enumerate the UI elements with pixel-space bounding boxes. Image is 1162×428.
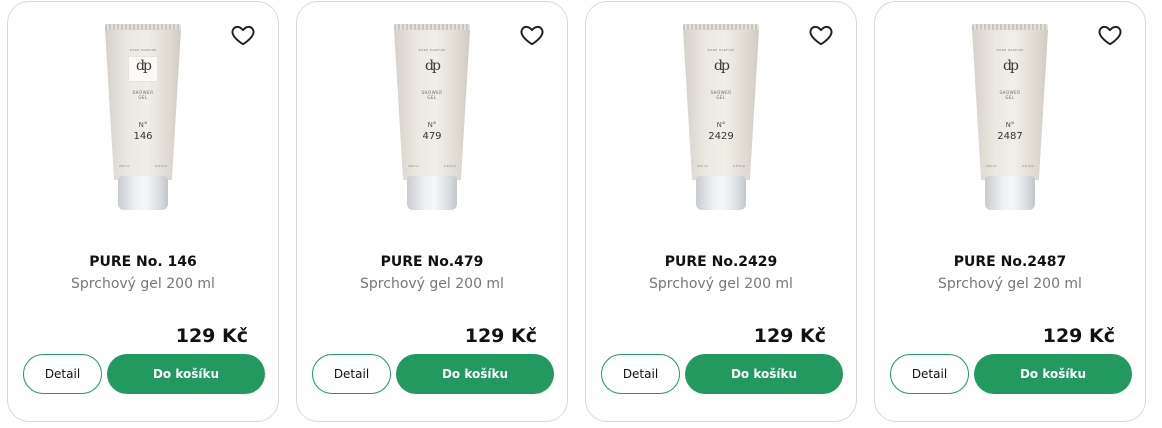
tube-volume-right: 6.8 fl.oz [444, 164, 456, 168]
product-price: 129 Kč [464, 325, 537, 347]
add-to-cart-button[interactable]: Do košíku [107, 354, 265, 394]
product-title[interactable]: PURE No. 146 [8, 254, 278, 270]
tube-volume-right: 6.8 fl.oz [155, 164, 167, 168]
product-price: 129 Kč [175, 325, 248, 347]
tube-type-line2: GEL [716, 95, 726, 100]
product-grid: PURE PARFUM dp SHOWER GEL N° 146 200 ml 6.… [0, 0, 1162, 428]
tube-volume-left: 200 ml [119, 164, 130, 168]
heart-icon[interactable] [808, 22, 834, 48]
tube-number-prefix: N° [138, 121, 148, 129]
product-image[interactable]: PURE PARFUM dp SHOWER GEL N° 146 200 ml 6.… [105, 24, 181, 210]
product-image[interactable]: PURE PARFUM dp SHOWER GEL N° 479 200 ml 6.… [394, 24, 470, 210]
product-price: 129 Kč [1042, 325, 1115, 347]
brand-logo: dp [136, 58, 152, 74]
tube-number-prefix: N° [427, 121, 437, 129]
add-to-cart-button[interactable]: Do košíku [685, 354, 843, 394]
detail-button[interactable]: Detail [312, 354, 391, 394]
tube-type-line2: GEL [138, 95, 148, 100]
product-title[interactable]: PURE No.2487 [875, 254, 1145, 270]
tube-number-prefix: N° [1005, 121, 1015, 129]
product-title[interactable]: PURE No.479 [297, 254, 567, 270]
product-description: Sprchový gel 200 ml [649, 276, 793, 292]
tube-number: 2487 [997, 131, 1023, 142]
product-description: Sprchový gel 200 ml [938, 276, 1082, 292]
tube-brand: PURE PARFUM [707, 48, 735, 52]
tube-type-line2: GEL [1005, 95, 1015, 100]
product-image[interactable]: PURE PARFUM dp SHOWER GEL N° 2429 200 ml 6… [683, 24, 759, 210]
heart-icon[interactable] [519, 22, 545, 48]
brand-logo: dp [714, 58, 730, 74]
tube-number: 146 [133, 131, 153, 142]
product-card: PURE PARFUM dp SHOWER GEL N° 2487 200 ml 6… [874, 1, 1146, 422]
product-title[interactable]: PURE No.2429 [586, 254, 856, 270]
detail-button[interactable]: Detail [890, 354, 969, 394]
heart-icon[interactable] [1097, 22, 1123, 48]
product-price: 129 Kč [753, 325, 826, 347]
add-to-cart-button[interactable]: Do košíku [974, 354, 1132, 394]
tube-brand: PURE PARFUM [418, 48, 446, 52]
product-card: PURE PARFUM dp SHOWER GEL N° 479 200 ml 6.… [296, 1, 568, 422]
tube-volume-right: 6.8 fl.oz [733, 164, 745, 168]
heart-icon[interactable] [230, 22, 256, 48]
detail-button[interactable]: Detail [601, 354, 680, 394]
add-to-cart-button[interactable]: Do košíku [396, 354, 554, 394]
product-description: Sprchový gel 200 ml [360, 276, 504, 292]
product-description: Sprchový gel 200 ml [71, 276, 215, 292]
tube-number: 479 [422, 131, 442, 142]
tube-brand: PURE PARFUM [996, 48, 1024, 52]
tube-volume-right: 6.8 fl.oz [1022, 164, 1034, 168]
tube-number: 2429 [708, 131, 734, 142]
product-card: PURE PARFUM dp SHOWER GEL N° 146 200 ml 6.… [7, 1, 279, 422]
detail-button[interactable]: Detail [23, 354, 102, 394]
tube-type-line2: GEL [427, 95, 437, 100]
product-card: PURE PARFUM dp SHOWER GEL N° 2429 200 ml 6… [585, 1, 857, 422]
tube-volume-left: 200 ml [408, 164, 419, 168]
tube-number-prefix: N° [716, 121, 726, 129]
tube-brand: PURE PARFUM [129, 48, 157, 52]
brand-logo: dp [425, 58, 441, 74]
product-image[interactable]: PURE PARFUM dp SHOWER GEL N° 2487 200 ml 6… [972, 24, 1048, 210]
tube-volume-left: 200 ml [697, 164, 708, 168]
brand-logo: dp [1003, 58, 1019, 74]
tube-volume-left: 200 ml [986, 164, 997, 168]
